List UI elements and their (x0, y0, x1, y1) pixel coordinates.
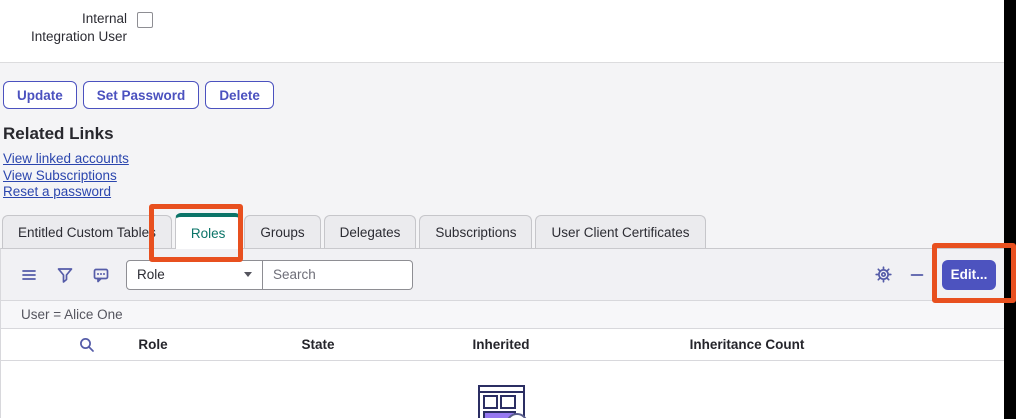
no-records-illustration (471, 385, 541, 418)
view-linked-accounts-link[interactable]: View linked accounts (3, 151, 129, 168)
delete-button[interactable]: Delete (205, 81, 274, 109)
user-record-page: Internal Integration User Update Set Pas… (0, 0, 1016, 419)
related-links-heading: Related Links (3, 124, 1016, 144)
column-header-state[interactable]: State (301, 329, 334, 360)
reset-a-password-link[interactable]: Reset a password (3, 184, 111, 201)
list-search-input[interactable] (263, 260, 413, 290)
list-menu-icon[interactable] (20, 266, 38, 284)
internal-integration-user-checkbox[interactable] (137, 12, 153, 28)
form-field-row: Internal Integration User (0, 0, 1016, 62)
list-search-combo: Role (126, 260, 413, 290)
comments-icon[interactable] (92, 266, 110, 284)
internal-integration-user-label: Internal Integration User (15, 10, 127, 46)
list-condition-row: User = Alice One (0, 300, 1016, 328)
column-header-inherited[interactable]: Inherited (472, 329, 529, 360)
tab-entitled-custom-tables[interactable]: Entitled Custom Tables (2, 215, 172, 248)
view-subscriptions-link[interactable]: View Subscriptions (3, 168, 117, 185)
screenshot-edge-black-bar (1004, 0, 1016, 419)
form-footer-section: Update Set Password Delete Related Links… (0, 62, 1016, 248)
list-toolbar: Role Edit... (0, 248, 1016, 300)
chevron-down-icon (244, 272, 252, 277)
column-header-inheritance-count[interactable]: Inheritance Count (690, 329, 805, 360)
form-action-buttons: Update Set Password Delete (3, 81, 1016, 109)
gear-icon[interactable] (874, 265, 893, 284)
search-field-dropdown[interactable]: Role (126, 260, 263, 290)
search-icon[interactable] (78, 336, 96, 354)
tab-groups[interactable]: Groups (244, 215, 320, 248)
record-tab-strip: Entitled Custom Tables Roles Groups Dele… (2, 208, 1016, 248)
tab-user-client-certificates[interactable]: User Client Certificates (535, 215, 705, 248)
search-field-dropdown-value: Role (137, 267, 165, 282)
toolbar-right-controls: Edit... (874, 260, 996, 290)
list-body-empty (0, 361, 1016, 418)
minimize-icon[interactable] (910, 266, 924, 284)
list-condition-text[interactable]: User = Alice One (21, 307, 123, 322)
tab-subscriptions[interactable]: Subscriptions (419, 215, 532, 248)
edit-button[interactable]: Edit... (942, 260, 996, 290)
filter-icon[interactable] (56, 266, 74, 284)
update-button[interactable]: Update (3, 81, 77, 109)
tab-delegates[interactable]: Delegates (324, 215, 417, 248)
list-header-row: Role State Inherited Inheritance Count (0, 328, 1016, 361)
set-password-button[interactable]: Set Password (83, 81, 200, 109)
column-header-role[interactable]: Role (138, 329, 167, 360)
tab-roles[interactable]: Roles (175, 213, 242, 249)
